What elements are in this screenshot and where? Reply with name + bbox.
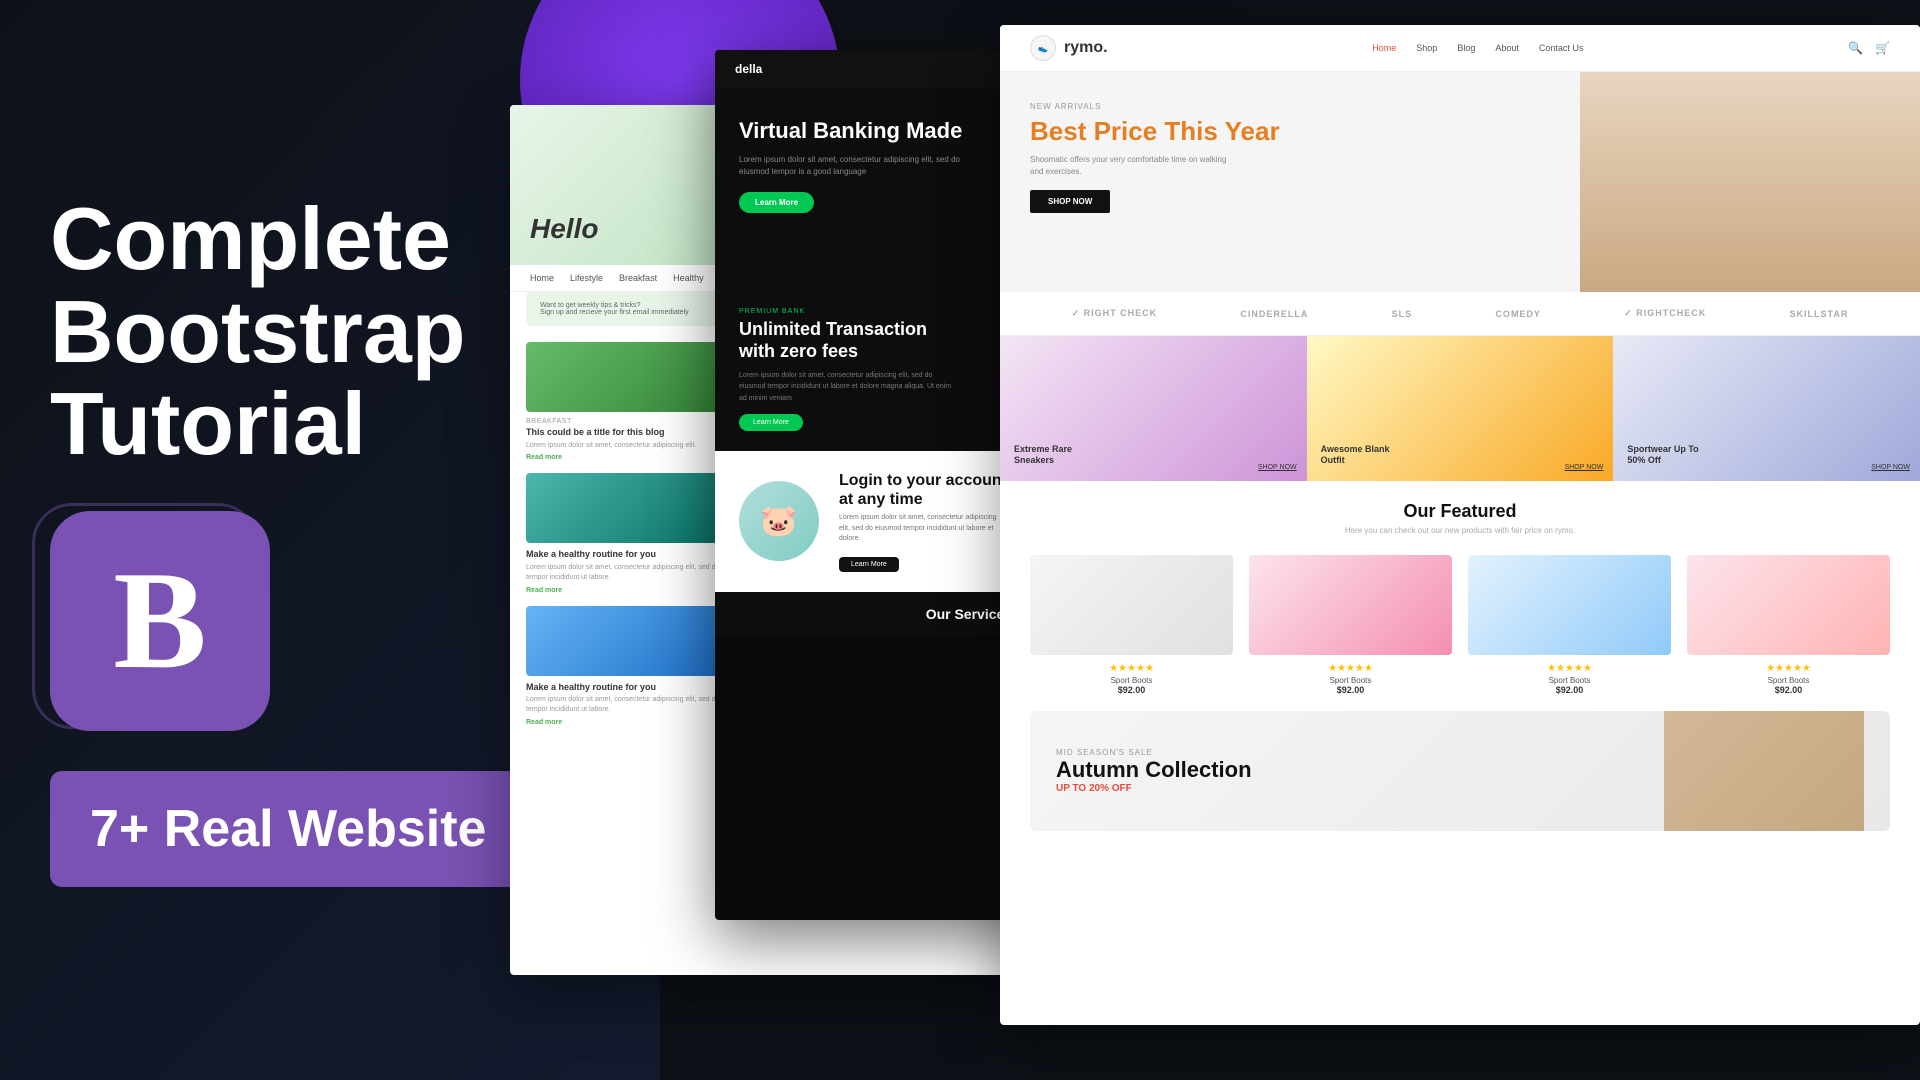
ecom-our-featured-title: Our Featured (1030, 501, 1890, 522)
ecom-hero-body: Shoomatic offers your very comfortable t… (1030, 154, 1230, 178)
banking-hero-button[interactable]: Learn More (739, 192, 814, 213)
ecom-brands-bar: ✓ RIGHT CHECK Cinderella SLS comedy ✓ Ri… (1000, 292, 1920, 336)
brand-sls: SLS (1392, 309, 1413, 319)
list-item: ★★★★★ Sport Boots $92.00 (1249, 555, 1452, 695)
product-stars: ★★★★★ (1687, 663, 1890, 674)
product-stars: ★★★★★ (1030, 663, 1233, 674)
ecom-feat-outfit: Awesome BlankOutfit SHOP NOW (1307, 336, 1614, 481)
product-stars: ★★★★★ (1249, 663, 1452, 674)
ecom-feat-sneakers: Extreme RareSneakers SHOP NOW (1000, 336, 1307, 481)
bootstrap-logo: B (50, 511, 270, 731)
product-price: $92.00 (1249, 685, 1452, 695)
banking-logo: della (735, 62, 762, 76)
product-image (1030, 555, 1233, 655)
ecom-hero-title: Best Price This Year (1030, 117, 1550, 146)
brand-cinderella: Cinderella (1240, 309, 1308, 319)
brand-comedy: comedy (1495, 309, 1541, 319)
ecom-feat-watch-btn[interactable]: SHOP NOW (1871, 464, 1910, 471)
ecom-shop-now-button[interactable]: SHOP NOW (1030, 190, 1110, 213)
ecom-autumn-image (1664, 711, 1864, 831)
product-price: $92.00 (1687, 685, 1890, 695)
bootstrap-letter: B (113, 540, 206, 701)
ecom-hero-text: NEW ARRIVALS Best Price This Year Shooma… (1000, 72, 1580, 292)
list-item: ★★★★★ Sport Boots $92.00 (1030, 555, 1233, 695)
ecom-feat-outfit-btn[interactable]: SHOP NOW (1565, 464, 1604, 471)
product-image (1687, 555, 1890, 655)
ecom-autumn-banner: MID SEASON'S SALE Autumn Collection UP T… (1030, 711, 1890, 831)
product-image (1249, 555, 1452, 655)
list-item: ★★★★★ Sport Boots $92.00 (1468, 555, 1671, 695)
cta-text: 7+ Real Website (90, 800, 486, 858)
ecom-nav: 👟 rymo. Home Shop Blog About Contact Us … (1000, 25, 1920, 72)
ecom-autumn-tag: MID SEASON'S SALE (1056, 748, 1252, 757)
product-name: Sport Boots (1249, 676, 1452, 685)
ecom-nav-icons: 🔍 🛒 (1848, 41, 1890, 55)
ecommerce-preview: 👟 rymo. Home Shop Blog About Contact Us … (1000, 25, 1920, 1025)
product-name: Sport Boots (1030, 676, 1233, 685)
banking-login-content: Login to your accountat any time Lorem i… (839, 471, 1007, 572)
ecom-autumn-title: Autumn Collection (1056, 757, 1252, 783)
banking-section-body: Lorem ipsum dolor sit amet, consectetur … (739, 370, 959, 404)
product-stars: ★★★★★ (1468, 663, 1671, 674)
list-item: ★★★★★ Sport Boots $92.00 (1687, 555, 1890, 695)
banking-login-title: Login to your accountat any time (839, 471, 1007, 509)
product-image (1468, 555, 1671, 655)
search-icon[interactable]: 🔍 (1848, 41, 1863, 55)
banking-hero-title: Virtual Banking Made (739, 118, 999, 144)
brand-skillstar: SkillStar (1790, 309, 1849, 319)
ecom-feat-watch: Sportwear Up To50% Off SHOP NOW (1613, 336, 1920, 481)
product-name: Sport Boots (1687, 676, 1890, 685)
ecom-our-featured-section: Our Featured Here you can check out our … (1000, 481, 1920, 545)
ecom-autumn-text: MID SEASON'S SALE Autumn Collection UP T… (1056, 748, 1252, 794)
product-price: $92.00 (1030, 685, 1233, 695)
brand-rightcheck: ✓ RIGHT CHECK (1072, 308, 1158, 319)
ecom-logo-icon: 👟 (1030, 35, 1056, 61)
ecom-model-image (1580, 72, 1920, 292)
ecom-nav-links: Home Shop Blog About Contact Us (1372, 43, 1583, 53)
ecom-logo-text: rymo. (1064, 39, 1108, 57)
blog-hero-text: Hello (530, 213, 598, 245)
ecom-autumn-subtitle: UP TO 20% OFF (1056, 783, 1252, 794)
ecom-hero: NEW ARRIVALS Best Price This Year Shooma… (1000, 72, 1920, 292)
ecom-logo-area: 👟 rymo. (1030, 35, 1108, 61)
ecom-hero-tag: NEW ARRIVALS (1030, 102, 1550, 111)
ecom-products-grid: ★★★★★ Sport Boots $92.00 ★★★★★ Sport Boo… (1000, 545, 1920, 711)
product-name: Sport Boots (1468, 676, 1671, 685)
product-price: $92.00 (1468, 685, 1671, 695)
banking-login-body: Lorem ipsum dolor sit amet, consectetur … (839, 513, 999, 545)
ecom-featured-grid: Extreme RareSneakers SHOP NOW Awesome Bl… (1000, 336, 1920, 481)
banking-login-button[interactable]: Learn More (839, 557, 899, 572)
banking-piggy-icon: 🐷 (739, 481, 819, 561)
ecom-feat-shop-btn[interactable]: SHOP NOW (1258, 464, 1297, 471)
cart-icon[interactable]: 🛒 (1875, 41, 1890, 55)
ecom-our-featured-sub: Here you can check out our new products … (1030, 526, 1890, 535)
banking-section-button[interactable]: Learn More (739, 414, 803, 431)
ecom-hero-image (1580, 72, 1920, 292)
brand-rightcheck2: ✓ RightCheck (1624, 308, 1706, 319)
banking-hero-body: Lorem ipsum dolor sit amet, consectetur … (739, 154, 979, 178)
